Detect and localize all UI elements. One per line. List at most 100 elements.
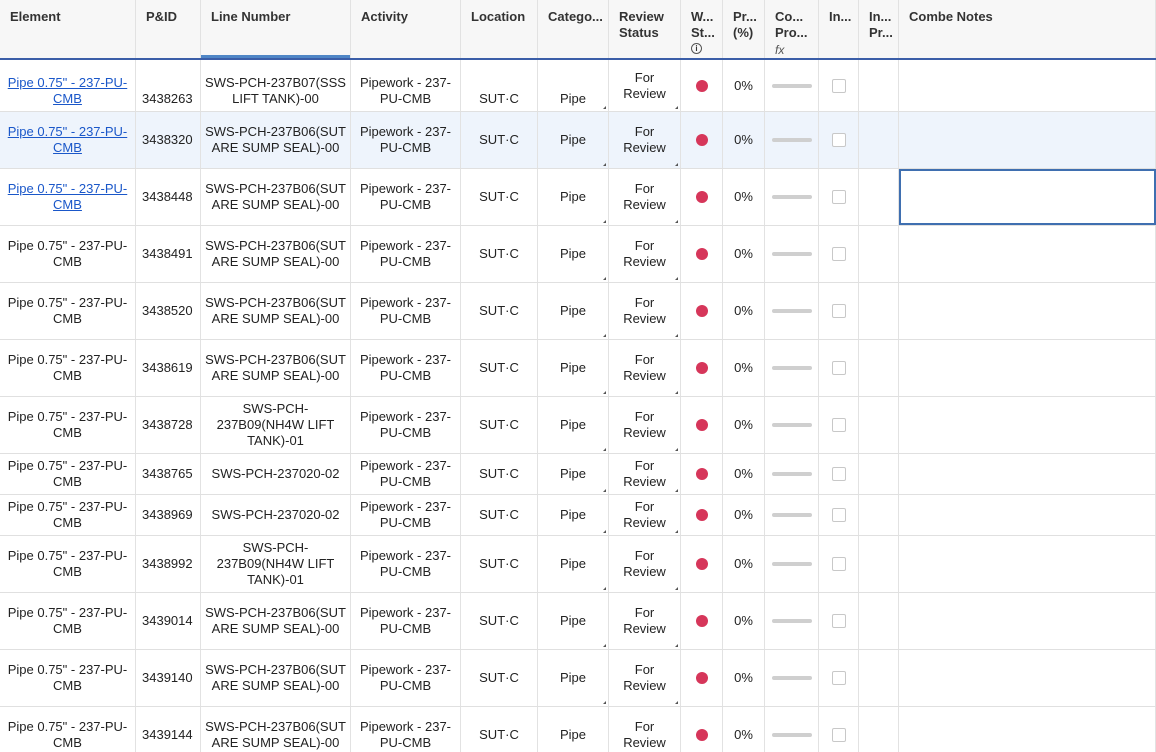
cell-in[interactable] <box>819 112 859 168</box>
element-name[interactable]: Pipe 0.75" - 237-PU-CMB <box>4 181 131 213</box>
cell-combe-notes[interactable] <box>899 454 1156 494</box>
cell-combe-notes[interactable] <box>899 536 1156 592</box>
cell-in[interactable] <box>819 340 859 396</box>
cell-combe-notes[interactable] <box>899 707 1156 752</box>
table-row[interactable]: Pipe 0.75" - 237-PU-CMB 3438765 SWS-PCH-23… <box>0 454 1156 495</box>
cell-category[interactable]: Pipe <box>538 650 609 706</box>
cell-in[interactable] <box>819 707 859 752</box>
table-row[interactable]: Pipe 0.75" - 237-PU-CMB 3439140 SWS-PCH-23… <box>0 650 1156 707</box>
checkbox[interactable] <box>831 671 846 685</box>
checkbox[interactable] <box>831 247 846 261</box>
col-header-w-st[interactable]: W... St... i <box>681 0 723 58</box>
cell-in[interactable] <box>819 536 859 592</box>
cell-combe-notes[interactable] <box>899 60 1156 111</box>
col-header-element[interactable]: Element <box>0 0 136 58</box>
cell-in[interactable] <box>819 226 859 282</box>
cell-combe-notes[interactable] <box>899 593 1156 649</box>
cell-category[interactable]: Pipe <box>538 495 609 535</box>
cell-in[interactable] <box>819 397 859 453</box>
cell-review-status[interactable]: For Review <box>609 454 681 494</box>
col-header-line-number[interactable]: Line Number <box>201 0 351 58</box>
cell-review-status[interactable]: For Review <box>609 650 681 706</box>
checkbox[interactable] <box>831 508 846 522</box>
col-header-combe-notes[interactable]: Combe Notes <box>899 0 1156 58</box>
cell-review-status[interactable]: For Review <box>609 397 681 453</box>
cell-in[interactable] <box>819 495 859 535</box>
cell-combe-notes[interactable] <box>899 340 1156 396</box>
cell-review-status[interactable]: For Review <box>609 283 681 339</box>
table-row[interactable]: Pipe 0.75" - 237-PU-CMB 3438520 SWS-PCH-23… <box>0 283 1156 340</box>
cell-in[interactable] <box>819 169 859 225</box>
cell-category[interactable]: Pipe <box>538 593 609 649</box>
checkbox[interactable] <box>831 467 846 481</box>
cell-category[interactable]: Pipe <box>538 340 609 396</box>
cell-category[interactable]: Pipe <box>538 60 609 111</box>
table-row[interactable]: Pipe 0.75" - 237-PU-CMB 3438992 SWS-PCH-23… <box>0 536 1156 593</box>
cell-element[interactable]: Pipe 0.75" - 237-PU-CMB <box>0 169 136 225</box>
cell-review-status[interactable]: For Review <box>609 536 681 592</box>
checkbox[interactable] <box>831 557 846 571</box>
cell-review-status[interactable]: For Review <box>609 495 681 535</box>
checkbox[interactable] <box>831 78 846 93</box>
checkbox[interactable] <box>831 190 846 204</box>
cell-location: SUT·C <box>461 454 538 494</box>
col-header-category[interactable]: Catego... <box>538 0 609 58</box>
table-row[interactable]: Pipe 0.75" - 237-PU-CMB 3439144 SWS-PCH-23… <box>0 707 1156 752</box>
cell-category[interactable]: Pipe <box>538 707 609 752</box>
cell-combe-notes[interactable] <box>899 169 1156 225</box>
cell-category[interactable]: Pipe <box>538 283 609 339</box>
checkbox[interactable] <box>831 133 846 147</box>
cell-element[interactable]: Pipe 0.75" - 237-PU-CMB <box>0 112 136 168</box>
table-row[interactable]: Pipe 0.75" - 237-PU-CMB 3438491 SWS-PCH-23… <box>0 226 1156 283</box>
col-header-pid[interactable]: P&ID <box>136 0 201 58</box>
col-header-in[interactable]: In... <box>819 0 859 58</box>
table-row[interactable]: Pipe 0.75" - 237-PU-CMB 3438619 SWS-PCH-23… <box>0 340 1156 397</box>
col-header-co-pro[interactable]: Co... Pro... fx <box>765 0 819 58</box>
col-header-location[interactable]: Location <box>461 0 538 58</box>
table-row[interactable]: Pipe 0.75" - 237-PU-CMB 3438448 SWS-PCH-23… <box>0 169 1156 226</box>
checkbox[interactable] <box>831 304 846 318</box>
checkbox[interactable] <box>831 418 846 432</box>
cell-category[interactable]: Pipe <box>538 169 609 225</box>
cell-combe-notes[interactable] <box>899 283 1156 339</box>
col-header-activity[interactable]: Activity <box>351 0 461 58</box>
cell-category[interactable]: Pipe <box>538 112 609 168</box>
cell-category[interactable]: Pipe <box>538 536 609 592</box>
cell-review-status[interactable]: For Review <box>609 226 681 282</box>
col-header-review-status[interactable]: Review Status <box>609 0 681 58</box>
table-row[interactable]: Pipe 0.75" - 237-PU-CMB 3438263 SWS-PCH-23… <box>0 60 1156 112</box>
cell-review-status[interactable]: For Review <box>609 112 681 168</box>
cell-in[interactable] <box>819 60 859 111</box>
table-row[interactable]: Pipe 0.75" - 237-PU-CMB 3438320 SWS-PCH-23… <box>0 112 1156 169</box>
cell-in[interactable] <box>819 593 859 649</box>
table-row[interactable]: Pipe 0.75" - 237-PU-CMB 3439014 SWS-PCH-23… <box>0 593 1156 650</box>
info-icon[interactable]: i <box>691 43 702 54</box>
cell-review-status[interactable]: For Review <box>609 593 681 649</box>
cell-category[interactable]: Pipe <box>538 397 609 453</box>
cell-combe-notes[interactable] <box>899 650 1156 706</box>
cell-combe-notes[interactable] <box>899 495 1156 535</box>
cell-combe-notes[interactable] <box>899 112 1156 168</box>
col-header-pr[interactable]: Pr... (%) <box>723 0 765 58</box>
cell-combe-notes[interactable] <box>899 226 1156 282</box>
checkbox[interactable] <box>831 361 846 375</box>
cell-in[interactable] <box>819 650 859 706</box>
cell-in[interactable] <box>819 283 859 339</box>
element-name[interactable]: Pipe 0.75" - 237-PU-CMB <box>4 124 131 156</box>
checkbox[interactable] <box>831 728 846 742</box>
checkbox[interactable] <box>831 614 846 628</box>
element-name[interactable]: Pipe 0.75" - 237-PU-CMB <box>4 75 131 107</box>
cell-combe-notes[interactable] <box>899 397 1156 453</box>
cell-review-status[interactable]: For Review <box>609 169 681 225</box>
cell-review-status[interactable]: For Review <box>609 340 681 396</box>
cell-category[interactable]: Pipe <box>538 226 609 282</box>
table-row[interactable]: Pipe 0.75" - 237-PU-CMB 3438969 SWS-PCH-23… <box>0 495 1156 536</box>
cell-review-status[interactable]: For Review <box>609 60 681 111</box>
cell-review-status[interactable]: For Review <box>609 707 681 752</box>
cell-pr: 0% <box>723 226 765 282</box>
cell-in[interactable] <box>819 454 859 494</box>
cell-category[interactable]: Pipe <box>538 454 609 494</box>
cell-element[interactable]: Pipe 0.75" - 237-PU-CMB <box>0 60 136 111</box>
col-header-in-pr[interactable]: In... Pr... <box>859 0 899 58</box>
table-row[interactable]: Pipe 0.75" - 237-PU-CMB 3438728 SWS-PCH-23… <box>0 397 1156 454</box>
